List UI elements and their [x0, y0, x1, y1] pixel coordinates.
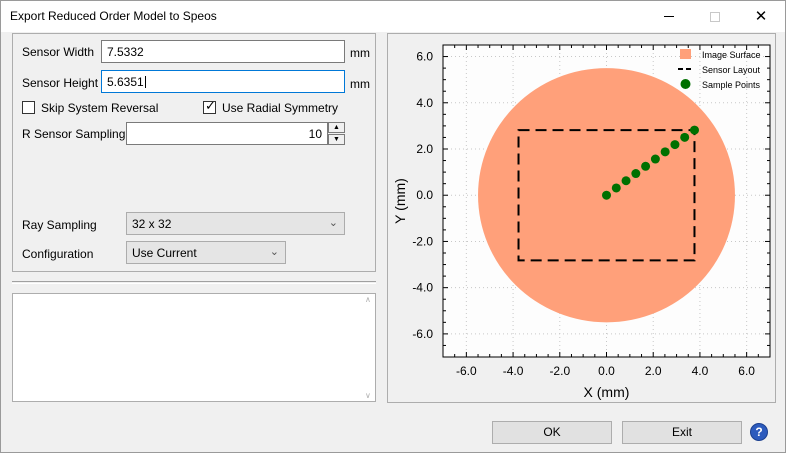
ray-sampling-label: Ray Sampling [22, 218, 97, 232]
export-dialog: Export Reduced Order Model to Speos ✕ Se… [0, 0, 786, 453]
sensor-height-label: Sensor Height [22, 76, 99, 90]
x-tick-label: 2.0 [645, 364, 662, 378]
configuration-select[interactable]: Use Current ⌄ [126, 241, 286, 264]
help-icon[interactable]: ? [750, 423, 768, 441]
y-tick-label: 2.0 [416, 142, 433, 156]
sample-point [641, 161, 651, 171]
sample-point [650, 154, 660, 164]
x-axis-label: X (mm) [584, 384, 630, 400]
skip-system-reversal-label: Skip System Reversal [41, 101, 159, 115]
chevron-down-icon: ⌄ [328, 217, 338, 229]
legend-label: Sensor Layout [702, 65, 761, 75]
ray-sampling-select[interactable]: 32 x 32 ⌄ [126, 212, 345, 235]
spin-up-button[interactable]: ▲ [328, 122, 345, 133]
x-tick-label: -6.0 [456, 364, 477, 378]
sample-point [670, 140, 680, 150]
minimize-icon [664, 16, 674, 17]
y-tick-label: 4.0 [416, 96, 433, 110]
close-button[interactable]: ✕ [738, 1, 784, 32]
legend-swatch-image-surface [680, 49, 691, 59]
legend-label: Image Surface [702, 50, 761, 60]
sensor-width-input[interactable]: 7.5332 [101, 40, 345, 63]
skip-system-reversal-checkbox[interactable] [22, 101, 35, 114]
maximize-button [692, 1, 738, 32]
scroll-up-icon: ∧ [365, 295, 371, 304]
vertical-scrollbar[interactable]: ∧ ∨ [363, 294, 375, 401]
close-icon: ✕ [754, 8, 768, 25]
spin-down-button[interactable]: ▼ [328, 134, 345, 145]
scroll-down-icon: ∨ [365, 391, 371, 400]
window-title: Export Reduced Order Model to Speos [10, 9, 217, 23]
checkmark-icon: ✓ [205, 98, 216, 113]
y-tick-label: -6.0 [412, 327, 433, 341]
x-tick-label: -4.0 [503, 364, 524, 378]
y-tick-label: 6.0 [416, 50, 433, 64]
sample-point [631, 169, 641, 179]
legend-swatch-sample-points [680, 79, 691, 89]
x-tick-label: -2.0 [549, 364, 570, 378]
sample-point [621, 176, 631, 186]
r-sensor-sampling-input[interactable]: 10 [126, 122, 328, 145]
settings-panel [12, 33, 376, 272]
use-radial-symmetry-label: Use Radial Symmetry [222, 101, 339, 115]
y-axis-label: Y (mm) [392, 178, 408, 224]
sensor-height-unit: mm [350, 77, 370, 91]
y-tick-label: -2.0 [412, 234, 433, 248]
output-text-area[interactable]: ∧ ∨ [12, 293, 376, 402]
x-tick-label: 0.0 [598, 364, 615, 378]
splitter[interactable] [12, 281, 376, 284]
x-tick-label: 6.0 [738, 364, 755, 378]
r-sensor-sampling-label: R Sensor Sampling [22, 127, 126, 141]
sample-point [660, 147, 670, 157]
chevron-down-icon: ⌄ [269, 246, 279, 258]
use-radial-symmetry-checkbox[interactable]: ✓ [203, 98, 216, 114]
sensor-height-input[interactable]: 5.6351 [101, 70, 345, 93]
configuration-value: Use Current [132, 246, 197, 260]
sensor-height-value: 5.6351 [107, 75, 144, 89]
text-caret [144, 76, 146, 88]
y-tick-label: 0.0 [416, 188, 433, 202]
legend-label: Sample Points [702, 80, 761, 90]
sensor-width-label: Sensor Width [22, 45, 95, 59]
sensor-width-unit: mm [350, 46, 370, 60]
sample-point [680, 132, 690, 142]
r-sensor-sampling-value: 10 [308, 127, 322, 141]
sample-point [689, 125, 699, 135]
sample-point [611, 183, 621, 193]
ok-button[interactable]: OK [492, 421, 612, 444]
sample-point [602, 190, 611, 200]
configuration-label: Configuration [22, 247, 94, 261]
maximize-icon [710, 11, 720, 22]
sensor-width-value: 7.5332 [107, 45, 144, 59]
minimize-button[interactable] [646, 1, 692, 32]
exit-button[interactable]: Exit [622, 421, 742, 444]
chart-panel: -6.0 -4.0 -2.0 0.0 2.0 4.0 6.0 -6.0 -4.0 -2.0 0.0 2… [387, 33, 776, 403]
layout-chart: -6.0 -4.0 -2.0 0.0 2.0 4.0 6.0 -6.0 -4.0 -2.0 0.0 2… [388, 34, 775, 402]
y-tick-label: -4.0 [412, 281, 433, 295]
r-sensor-sampling-spinner: ▲ ▼ [328, 122, 345, 145]
title-bar: Export Reduced Order Model to Speos ✕ [1, 1, 785, 32]
x-tick-label: 4.0 [692, 364, 709, 378]
ray-sampling-value: 32 x 32 [132, 217, 172, 231]
